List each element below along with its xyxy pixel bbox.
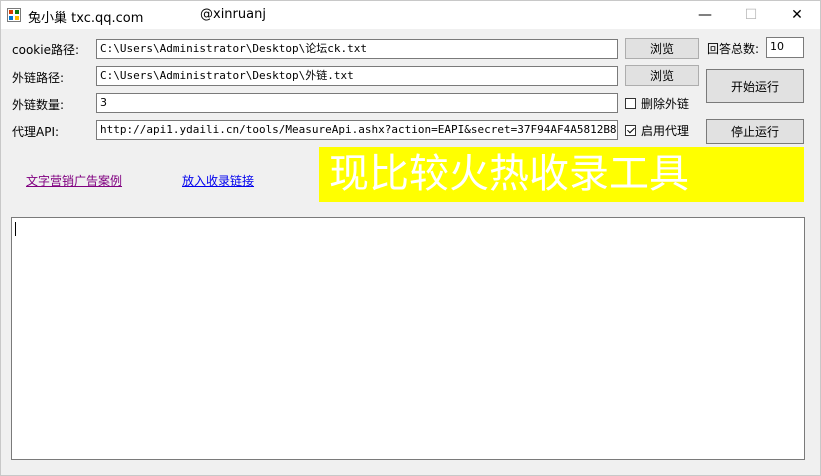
app-window: 兔小巢 txc.qq.com @xinruanj — ☐ ✕ cookie路径:…	[0, 0, 821, 476]
text-caret	[15, 222, 16, 236]
stop-label: 停止运行	[730, 125, 779, 139]
cookie-browse-button[interactable]: 浏览	[625, 38, 699, 59]
window-title: 兔小巢 txc.qq.com	[28, 11, 144, 26]
enable-proxy-label: 启用代理	[641, 124, 690, 138]
maximize-button[interactable]: ☐	[728, 1, 774, 29]
browse-label: 浏览	[649, 69, 674, 83]
start-label: 开始运行	[730, 79, 779, 94]
close-icon: ✕	[791, 7, 803, 23]
minimize-button[interactable]: —	[682, 1, 728, 29]
window-title-extra: @xinruanj	[200, 7, 266, 22]
outlink-path-label: 外链路径:	[12, 71, 65, 85]
outlink-count-label: 外链数量:	[12, 98, 65, 112]
stop-button[interactable]: 停止运行	[706, 119, 804, 144]
proxy-api-input[interactable]: http://api1.ydaili.cn/tools/MeasureApi.a…	[96, 120, 618, 140]
start-button[interactable]: 开始运行	[706, 69, 804, 103]
answers-total-input[interactable]: 10	[766, 37, 804, 58]
check-icon	[625, 125, 636, 136]
delete-outlink-checkbox[interactable]: 删除外链	[625, 95, 689, 112]
cookie-path-input[interactable]: C:\Users\Administrator\Desktop\论坛ck.txt	[96, 39, 618, 59]
title-bar[interactable]: 兔小巢 txc.qq.com @xinruanj — ☐ ✕	[1, 1, 820, 29]
browse-label: 浏览	[649, 42, 674, 56]
outlink-count-input[interactable]: 3	[96, 93, 618, 113]
enable-proxy-checkbox[interactable]: 启用代理	[625, 122, 689, 139]
cookie-path-label: cookie路径:	[12, 43, 79, 57]
outlink-path-input[interactable]: C:\Users\Administrator\Desktop\外链.txt	[96, 66, 618, 86]
proxy-api-label: 代理API:	[12, 125, 60, 139]
ad-case-link[interactable]: 文字营销广告案例	[26, 172, 122, 189]
delete-outlink-box	[625, 98, 636, 109]
add-link-link[interactable]: 放入收录链接	[182, 172, 254, 189]
maximize-icon: ☐	[744, 7, 758, 23]
minimize-icon: —	[698, 7, 712, 23]
app-icon	[7, 8, 21, 22]
close-button[interactable]: ✕	[774, 1, 820, 29]
promo-banner: 现比较火热收录工具	[319, 147, 804, 202]
log-textarea[interactable]	[11, 217, 805, 460]
delete-outlink-label: 删除外链	[641, 97, 690, 111]
answers-total-label: 回答总数:	[707, 42, 760, 56]
outlink-browse-button[interactable]: 浏览	[625, 65, 699, 86]
